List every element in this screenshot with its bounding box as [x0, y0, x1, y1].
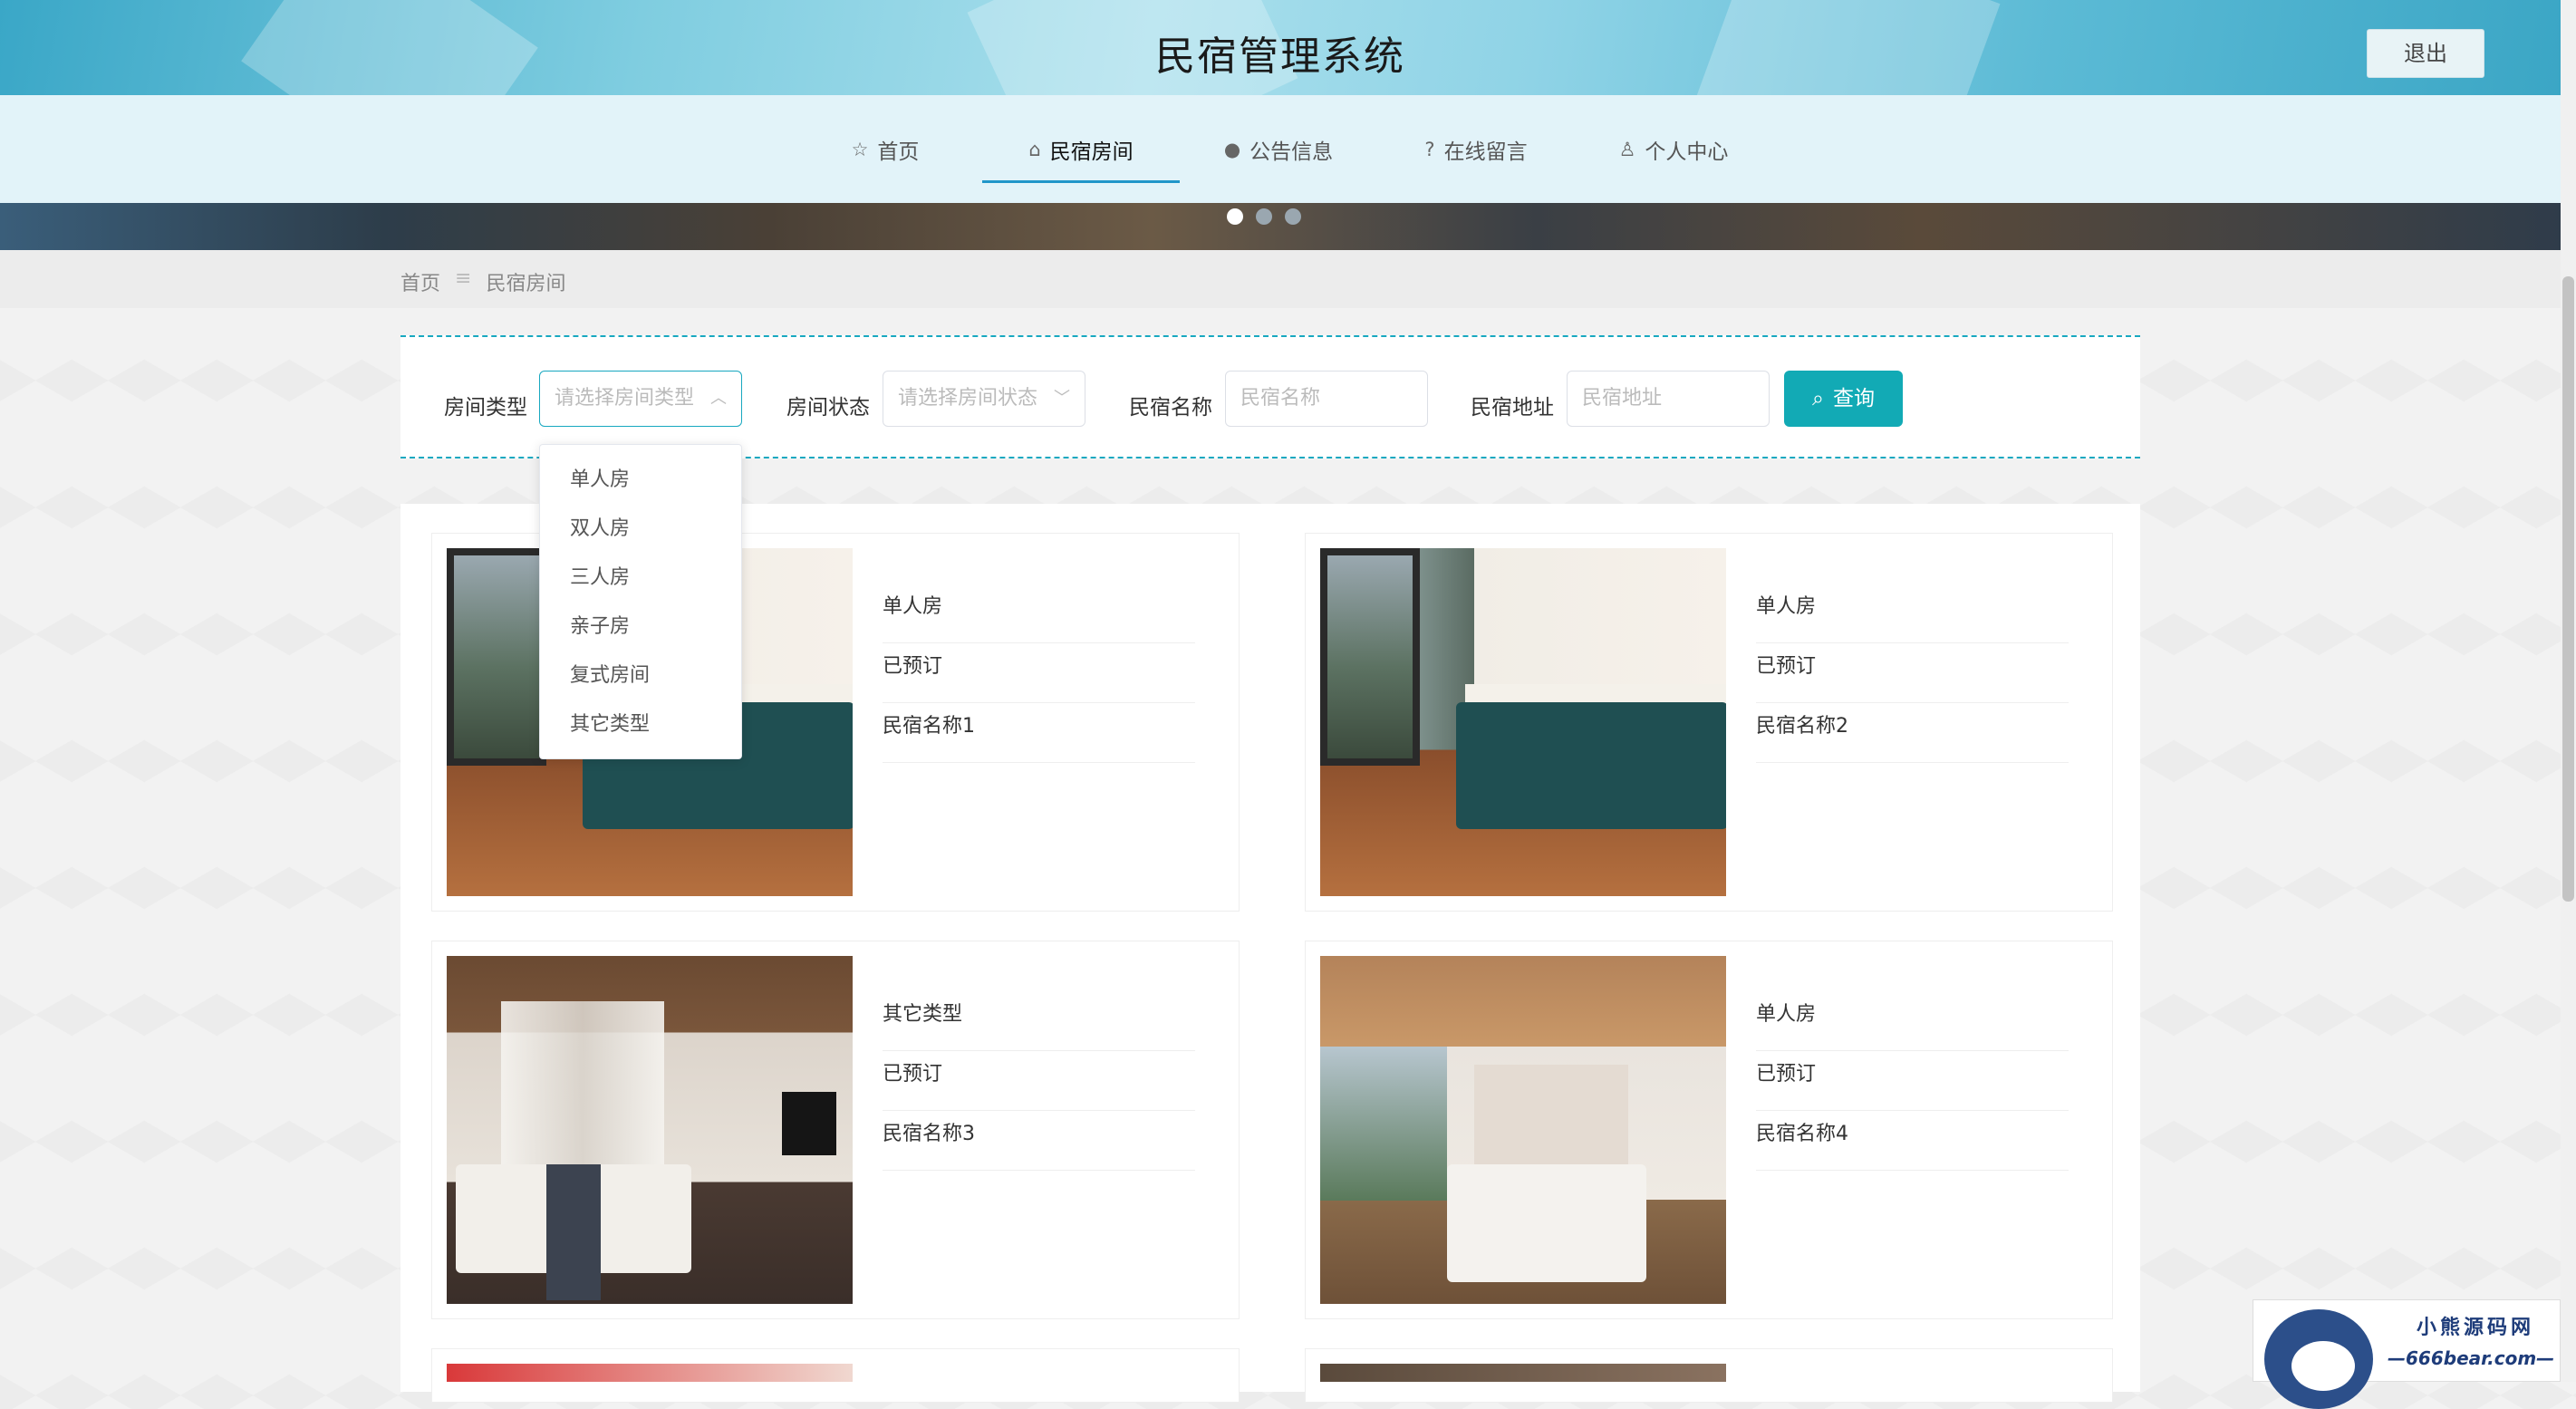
room-type-placeholder: 请选择房间类型 [555, 387, 695, 410]
site-title: 民宿管理系统 [1155, 34, 1405, 80]
nav-item-label: 公告信息 [1249, 140, 1334, 164]
room-name: 民宿名称3 [883, 1112, 1195, 1171]
dropdown-option[interactable]: 单人房 [540, 456, 741, 505]
address-label: 民宿地址 [1471, 396, 1554, 420]
nav-item-label: 在线留言 [1443, 140, 1528, 164]
address-input[interactable]: 民宿地址 [1567, 371, 1770, 427]
main-nav: ☆ 首页 ⌂ 民宿房间 ● 公告信息 ? 在线留言 ♙ 个人中心 [0, 95, 2561, 203]
room-status: 已预订 [1756, 1052, 2069, 1111]
carousel-dot[interactable] [1227, 208, 1243, 225]
dropdown-option[interactable]: 其它类型 [540, 700, 741, 749]
watermark-title: 小熊源码网 [2417, 1317, 2535, 1339]
room-status: 已预订 [1756, 644, 2069, 703]
breadcrumb-separator: ≡ [455, 267, 472, 290]
chevron-down-icon: ﹀ [1054, 389, 1070, 408]
room-card[interactable] [431, 1348, 1240, 1403]
dropdown-option[interactable]: 双人房 [540, 505, 741, 554]
room-photo[interactable] [447, 956, 853, 1304]
nav-item-notices[interactable]: ● 公告信息 [1180, 95, 1377, 203]
room-type-select[interactable]: 请选择房间类型 ︿ [539, 371, 742, 427]
carousel-dot[interactable] [1256, 208, 1272, 225]
room-status: 已预订 [883, 644, 1195, 703]
header-banner: 民宿管理系统 退出 [0, 0, 2561, 95]
room-type: 单人房 [1756, 584, 2069, 643]
room-status-select[interactable]: 请选择房间状态 ﹀ [883, 371, 1085, 427]
watermark: 小熊源码网 —666bear.com— [2253, 1299, 2561, 1409]
room-card[interactable]: 其它类型 已预订 民宿名称3 [431, 941, 1240, 1319]
room-type: 单人房 [1756, 992, 2069, 1051]
star-icon: ☆ [851, 138, 869, 160]
room-photo[interactable] [1320, 548, 1726, 896]
room-type-dropdown: 单人房 双人房 三人房 亲子房 复式房间 其它类型 [539, 444, 742, 759]
room-type-label: 房间类型 [444, 396, 527, 420]
address-placeholder: 民宿地址 [1582, 387, 1663, 410]
query-label: 查询 [1832, 387, 1875, 410]
room-name: 民宿名称4 [1756, 1112, 2069, 1171]
nav-item-profile[interactable]: ♙ 个人中心 [1575, 95, 1772, 203]
search-panel: 房间类型 请选择房间类型 ︿ 房间状态 请选择房间状态 ﹀ 民宿名称 民宿名称 … [400, 335, 2140, 458]
room-card[interactable]: 单人房 已预订 民宿名称2 [1305, 533, 2113, 912]
breadcrumb: 首页 ≡ 民宿房间 [400, 267, 565, 296]
room-status-label: 房间状态 [786, 396, 870, 420]
nav-item-label: 个人中心 [1645, 140, 1729, 164]
nav-item-label: 民宿房间 [1049, 140, 1134, 164]
room-card[interactable]: 单人房 已预订 民宿名称4 [1305, 941, 2113, 1319]
chevron-up-icon: ︿ [710, 389, 727, 408]
logout-button[interactable]: 退出 [2367, 29, 2484, 78]
room-photo[interactable] [447, 1364, 853, 1382]
nav-item-rooms[interactable]: ⌂ 民宿房间 [982, 95, 1180, 203]
room-type: 其它类型 [883, 992, 1195, 1051]
nav-item-messages[interactable]: ? 在线留言 [1377, 95, 1575, 203]
question-icon: ? [1424, 138, 1435, 160]
query-button[interactable]: ⌕ 查询 [1784, 371, 1903, 427]
room-status: 已预订 [883, 1052, 1195, 1111]
user-icon: ♙ [1618, 138, 1636, 160]
dropdown-option[interactable]: 亲子房 [540, 603, 741, 651]
search-icon: ⌕ [1812, 387, 1824, 410]
dropdown-option[interactable]: 复式房间 [540, 651, 741, 700]
dropdown-option[interactable]: 三人房 [540, 554, 741, 603]
nav-item-label: 首页 [877, 140, 920, 164]
breadcrumb-current: 民宿房间 [486, 273, 566, 295]
room-name: 民宿名称1 [883, 704, 1195, 763]
room-status-placeholder: 请选择房间状态 [898, 387, 1038, 410]
scrollbar-thumb[interactable] [2562, 276, 2574, 902]
room-type: 单人房 [883, 584, 1195, 643]
info-icon: ● [1223, 138, 1241, 160]
carousel-dot[interactable] [1285, 208, 1301, 225]
name-input[interactable]: 民宿名称 [1225, 371, 1428, 427]
page-scrollbar[interactable] [2561, 0, 2576, 1382]
room-card[interactable] [1305, 1348, 2113, 1403]
breadcrumb-home[interactable]: 首页 [400, 267, 440, 296]
name-label: 民宿名称 [1129, 396, 1212, 420]
room-photo[interactable] [1320, 1364, 1726, 1382]
bag-icon: ⌂ [1028, 138, 1041, 160]
watermark-url: —666bear.com— [2388, 1347, 2555, 1369]
room-photo[interactable] [1320, 956, 1726, 1304]
name-placeholder: 民宿名称 [1240, 387, 1321, 410]
bear-logo-icon [2264, 1309, 2373, 1409]
breadcrumb-bar [0, 250, 2561, 308]
carousel-indicators [1227, 208, 1301, 225]
nav-item-home[interactable]: ☆ 首页 [788, 95, 982, 203]
room-name: 民宿名称2 [1756, 704, 2069, 763]
